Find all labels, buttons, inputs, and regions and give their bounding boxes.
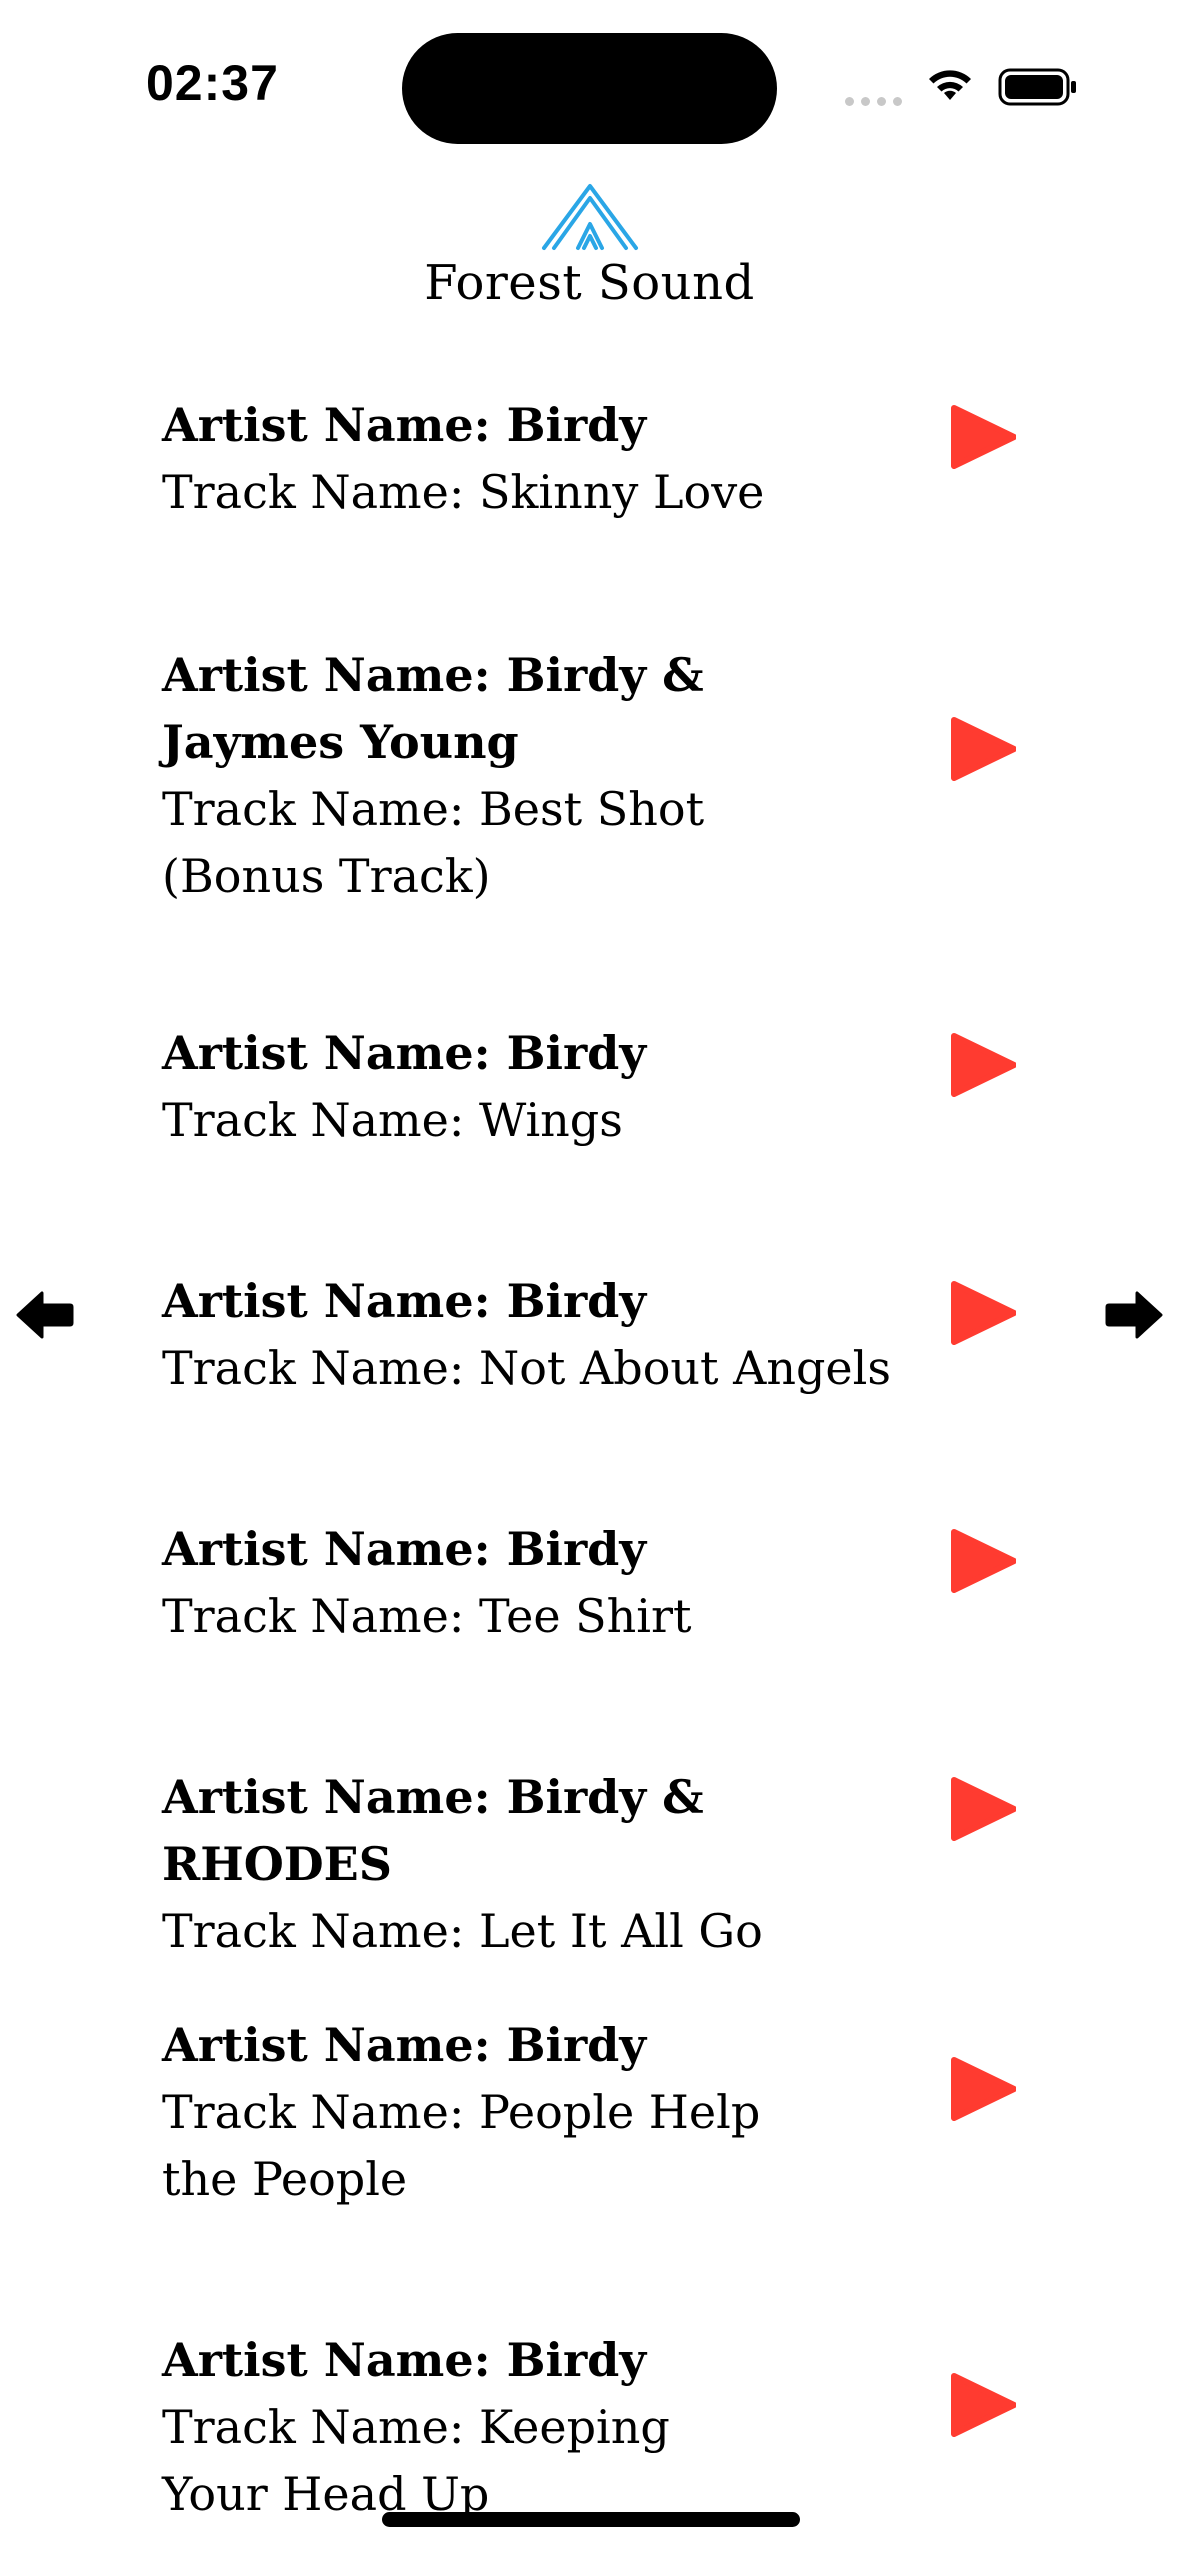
play-icon: [951, 1529, 1016, 1593]
status-time: 02:37: [146, 55, 279, 111]
artist-name: Artist Name: Birdy: [162, 1026, 647, 1080]
list-item: Artist Name: Birdy & Jaymes Young Track …: [162, 642, 952, 910]
next-page-button[interactable]: [1105, 1289, 1163, 1341]
list-item: Artist Name: Birdy Track Name: Not About…: [162, 1268, 952, 1402]
artist-name: Artist Name: Birdy & RHODES: [162, 1770, 704, 1891]
track-name: Track Name: Skinny Love: [162, 465, 765, 519]
play-button[interactable]: [950, 1032, 1016, 1098]
play-button[interactable]: [950, 1528, 1016, 1594]
play-icon: [951, 1033, 1016, 1097]
previous-page-button[interactable]: [16, 1289, 74, 1341]
battery-icon: [998, 68, 1076, 106]
play-button[interactable]: [950, 1280, 1016, 1346]
track-name: Track Name: Tee Shirt: [162, 1589, 692, 1643]
wifi-icon: [929, 70, 971, 100]
track-name: Track Name: Best Shot (Bonus Track): [162, 782, 705, 903]
play-icon: [951, 1281, 1016, 1345]
dynamic-island: [402, 33, 777, 144]
track-name: Track Name: People Help the People: [162, 2085, 761, 2206]
cellular-signal-icon: [845, 97, 902, 106]
list-item: Artist Name: Birdy Track Name: Keeping Y…: [162, 2327, 952, 2528]
arrow-left-icon: [16, 1291, 74, 1339]
list-item: Artist Name: Birdy & RHODES Track Name: …: [162, 1764, 952, 1965]
play-button[interactable]: [950, 404, 1016, 470]
play-button[interactable]: [950, 1776, 1016, 1842]
arrow-right-icon: [1105, 1291, 1163, 1339]
play-icon: [951, 1777, 1016, 1841]
artist-name: Artist Name: Birdy & Jaymes Young: [162, 648, 704, 769]
play-icon: [951, 405, 1016, 469]
list-item: Artist Name: Birdy Track Name: Tee Shirt: [162, 1516, 952, 1650]
artist-name: Artist Name: Birdy: [162, 2018, 647, 2072]
play-icon: [951, 2057, 1016, 2121]
play-icon: [951, 717, 1016, 781]
play-button[interactable]: [950, 2056, 1016, 2122]
artist-name: Artist Name: Birdy: [162, 1274, 647, 1328]
artist-name: Artist Name: Birdy: [162, 1522, 647, 1576]
tent-icon: [542, 184, 638, 250]
play-icon: [951, 2373, 1016, 2437]
track-name: Track Name: Not About Angels: [162, 1341, 891, 1395]
play-button[interactable]: [950, 2372, 1016, 2438]
home-indicator[interactable]: [382, 2512, 800, 2527]
list-item: Artist Name: Birdy Track Name: Skinny Lo…: [162, 392, 952, 526]
app-title: Forest Sound: [424, 255, 755, 311]
artist-name: Artist Name: Birdy: [162, 2333, 647, 2387]
track-name: Track Name: Keeping Your Head Up: [162, 2400, 670, 2521]
list-item: Artist Name: Birdy Track Name: People He…: [162, 2012, 952, 2213]
track-name: Track Name: Let It All Go: [162, 1904, 763, 1958]
status-indicators: [845, 64, 1085, 110]
track-name: Track Name: Wings: [162, 1093, 623, 1147]
artist-name: Artist Name: Birdy: [162, 398, 647, 452]
play-button[interactable]: [950, 716, 1016, 782]
list-item: Artist Name: Birdy Track Name: Wings: [162, 1020, 952, 1154]
